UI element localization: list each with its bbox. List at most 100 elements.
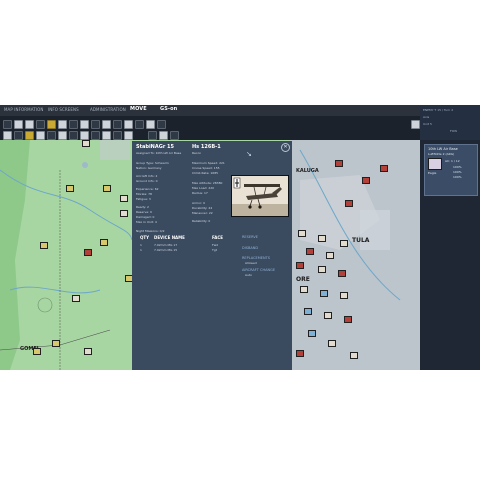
tab-administration[interactable]: ADMINISTRATION <box>90 107 126 112</box>
unit-counter[interactable] <box>318 235 326 242</box>
unit-counter[interactable] <box>380 165 388 172</box>
fighter-icon[interactable] <box>69 131 78 140</box>
unit-counter[interactable] <box>306 248 314 255</box>
unit-counter[interactable] <box>52 340 60 347</box>
disband-button[interactable]: DISBAND <box>242 246 258 250</box>
unit-counter[interactable] <box>120 195 128 202</box>
unit-counter[interactable] <box>66 185 74 192</box>
max-load: Max Load: 220 <box>192 186 215 190</box>
supply-icon[interactable] <box>47 120 56 129</box>
ready: Ready: 2 <box>136 205 149 209</box>
unit-counter[interactable] <box>103 185 111 192</box>
close-button[interactable]: ✕ <box>281 143 290 152</box>
hex-grid-icon[interactable] <box>36 120 45 129</box>
unit-counter[interactable] <box>84 249 92 256</box>
zoom-out-icon[interactable] <box>25 120 34 129</box>
ground-support-icon[interactable] <box>80 131 89 140</box>
zoom-in-icon[interactable] <box>14 120 23 129</box>
status-turn: ENEMY T 15 / Turn 2 <box>423 108 454 112</box>
recon-icon[interactable] <box>25 131 34 140</box>
print-icon[interactable] <box>159 131 168 140</box>
unit-counter[interactable] <box>304 308 312 315</box>
unit-counter[interactable] <box>84 348 92 355</box>
unit-counter[interactable] <box>320 290 328 297</box>
cruise-speed: Cruise Speed: 155 <box>192 166 220 170</box>
unit-counter[interactable] <box>350 352 358 359</box>
status-fow[interactable]: FOW <box>450 129 457 133</box>
flag-icon[interactable] <box>146 120 155 129</box>
unit-counter[interactable] <box>300 286 308 293</box>
experience: Experience: 62 <box>136 187 159 191</box>
tab-info-screens[interactable]: INFO SCREENS <box>48 107 79 112</box>
pointer-icon[interactable] <box>3 131 12 140</box>
unit-filter-icon[interactable] <box>58 120 67 129</box>
unit-counter[interactable] <box>324 312 332 319</box>
plane-icon[interactable] <box>91 131 100 140</box>
air-base-card[interactable]: 10th LW Air Base Luftflotte 2 (ARG) AC: … <box>424 144 478 196</box>
device-name[interactable]: 7.92mm MG 15 <box>154 248 177 252</box>
reserve-button[interactable]: RESERVE <box>242 235 258 239</box>
unit-counter[interactable] <box>100 239 108 246</box>
unit-assignment[interactable]: Assigned To: 10th LW Air Base <box>136 151 181 155</box>
unit-counter[interactable] <box>345 200 353 207</box>
aircraft-photo <box>231 175 289 217</box>
unit-counter[interactable] <box>338 270 346 277</box>
report-icon[interactable] <box>157 120 166 129</box>
unit-counter[interactable] <box>33 348 41 355</box>
arrow-icon[interactable] <box>124 131 133 140</box>
rail-icon[interactable] <box>91 120 100 129</box>
status-panel: ENEMY T 15 / Turn 2 Axis Unit 5 FOW <box>420 105 480 140</box>
climb-rate: Climb Rate: 1685 <box>192 171 219 175</box>
interdict-icon[interactable] <box>47 131 56 140</box>
unit-counter[interactable] <box>362 177 370 184</box>
air-base-stat: 100% <box>453 170 462 174</box>
unit-counter[interactable] <box>308 330 316 337</box>
unit-counter[interactable] <box>82 140 90 147</box>
bomb-icon[interactable] <box>36 131 45 140</box>
hq-icon[interactable] <box>113 131 122 140</box>
unit-counter[interactable] <box>120 210 128 217</box>
transfer-icon[interactable] <box>58 131 67 140</box>
device-face: Tgt <box>212 248 217 252</box>
max-in-unit: Max in Unit: 4 <box>136 220 157 224</box>
unit-counter[interactable] <box>326 252 334 259</box>
unit-counter[interactable] <box>340 292 348 299</box>
unit-counter[interactable] <box>318 266 326 273</box>
unit-counter[interactable] <box>296 350 304 357</box>
air-base-title: 10th LW Air Base <box>428 147 458 151</box>
air-mission-icon[interactable] <box>69 120 78 129</box>
tab-move[interactable]: MOVE <box>130 106 147 112</box>
aircraft-name[interactable]: Hs 126B-1 <box>192 144 221 150</box>
move-range-icon[interactable] <box>80 120 89 129</box>
game-screen: MAP INFORMATION INFO SCREENS ADMINISTRAT… <box>0 105 480 370</box>
tab-map-information[interactable]: MAP INFORMATION <box>4 107 43 112</box>
fatigue: Fatigue: 3 <box>136 197 151 201</box>
status-unit: Unit 5 <box>423 122 432 126</box>
unit-counter[interactable] <box>72 295 80 302</box>
zoc-icon[interactable] <box>113 120 122 129</box>
disk-icon[interactable] <box>148 131 157 140</box>
frontline-icon[interactable] <box>102 120 111 129</box>
reserve: Reserve: 0 <box>136 210 152 214</box>
col-device-name: DEVICE NAME <box>154 235 185 240</box>
unit-counter[interactable] <box>344 316 352 323</box>
end-turn-flag-icon[interactable] <box>170 131 179 140</box>
terrain-icon[interactable] <box>135 120 144 129</box>
aircraft-change-button[interactable]: AIRCRAFT CHANGE <box>242 268 275 272</box>
menu-icon[interactable] <box>3 120 12 129</box>
device-name[interactable]: 7.92mm MG 17 <box>154 243 177 247</box>
unit-counter[interactable] <box>340 240 348 247</box>
ship-icon[interactable] <box>411 120 420 129</box>
unit-counter[interactable] <box>298 230 306 237</box>
replacements-button[interactable]: REPLACEMENTS <box>242 256 270 260</box>
unit-counter[interactable] <box>328 340 336 347</box>
unit-counter[interactable] <box>335 160 343 167</box>
weather-icon[interactable] <box>124 120 133 129</box>
unit-counter[interactable] <box>296 262 304 269</box>
unit-counter[interactable] <box>40 242 48 249</box>
tab-gs-on[interactable]: GS-on <box>160 106 177 112</box>
aircraft-change-value: Auto <box>245 273 252 277</box>
attack-icon[interactable] <box>14 131 23 140</box>
airbase-icon[interactable] <box>102 131 111 140</box>
device-face: Fwd <box>212 243 219 247</box>
